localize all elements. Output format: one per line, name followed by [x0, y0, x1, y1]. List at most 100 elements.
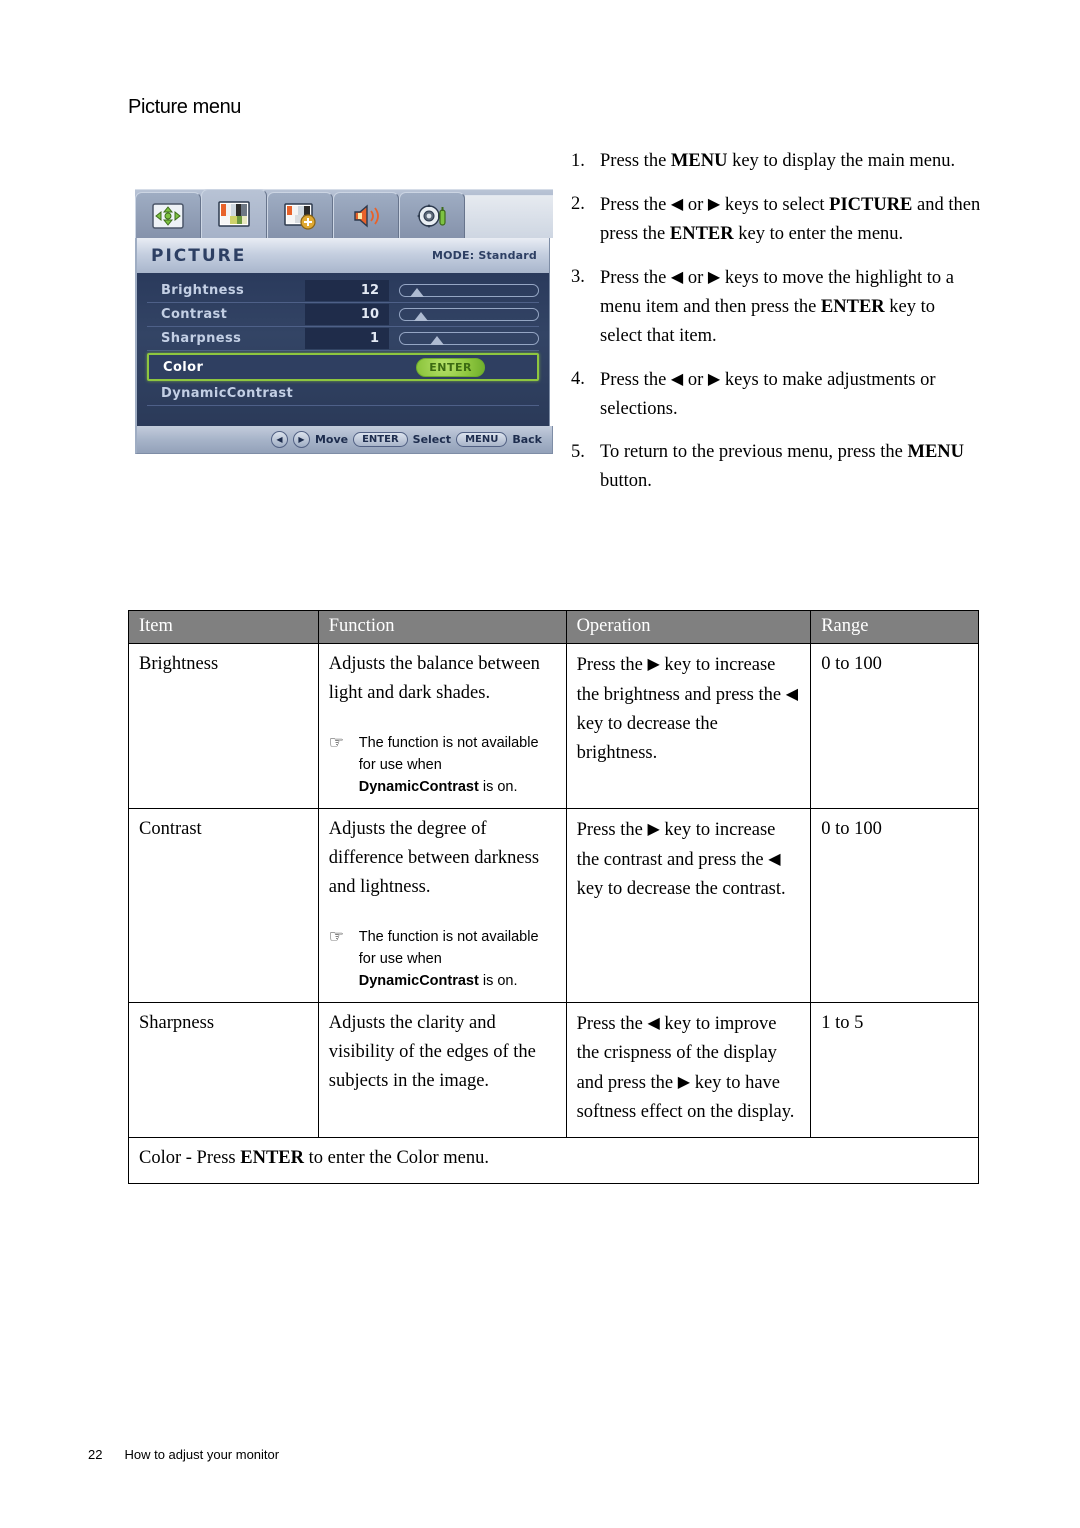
cell-function: Adjusts the degree of difference between… [317, 808, 567, 1003]
text-run: button. [600, 471, 652, 491]
emphasis-text: PICTURE [829, 195, 913, 215]
text-run: Press the [576, 1014, 648, 1034]
page-title: Picture menu [128, 96, 242, 118]
step-text: Press the ◀ or ▶ keys to make adjustment… [600, 365, 981, 424]
function-description: Adjusts the balance between light and da… [328, 654, 540, 703]
instruction-step-4: 4. Press the ◀ or ▶ keys to make adjustme… [571, 365, 981, 424]
color-bars-plus-icon [284, 202, 316, 230]
text-run: Press the [576, 655, 648, 675]
color-bars-icon [218, 201, 250, 227]
instruction-step-3: 3. Press the ◀ or ▶ keys to move the high… [571, 263, 981, 351]
osd-footer-select-label: Select [412, 433, 452, 446]
direction-arrow-icon: ▶ [647, 821, 660, 838]
text-run: or [683, 195, 708, 215]
osd-footer-menu-key[interactable]: MENU [456, 432, 508, 447]
function-description: Adjusts the degree of difference between… [328, 819, 540, 897]
instruction-steps: 1. Press the MENU key to display the main… [571, 147, 981, 510]
instruction-step-2: 2. Press the ◀ or ▶ keys to select PICTUR… [571, 190, 981, 249]
osd-row-contrast[interactable]: Contrast 10 [147, 303, 539, 327]
osd-row-sharpness[interactable]: Sharpness 1 [147, 327, 539, 351]
text-run: key to enter the menu. [733, 224, 904, 244]
cell-range: 0 to 100 [810, 808, 979, 1003]
text-run: keys to select [720, 195, 830, 215]
osd-tab-strip [135, 189, 553, 238]
osd-tab-picture[interactable] [201, 189, 267, 238]
table-header-row: Item Function Operation Range [128, 610, 979, 644]
column-header-item: Item [128, 610, 319, 644]
table-row: Brightness Adjusts the balance between li… [128, 643, 979, 809]
text-run: is on. [478, 973, 518, 989]
cell-item: Brightness [128, 643, 319, 809]
emphasis-text: MENU [907, 442, 965, 462]
osd-row-value: 12 [305, 280, 389, 301]
step-text: Press the ◀ or ▶ keys to move the highli… [600, 263, 981, 351]
cell-operation: Press the ◀ key to improve the crispness… [565, 1002, 812, 1138]
column-header-operation: Operation [565, 610, 812, 644]
column-header-function: Function [317, 610, 567, 644]
osd-tab-system[interactable] [399, 192, 465, 238]
cell-item: Contrast [128, 808, 319, 1003]
availability-note: ☞ The function is not available for use w… [329, 732, 556, 798]
slider-knob[interactable] [410, 288, 424, 297]
osd-row-brightness[interactable]: Brightness 12 [147, 279, 539, 303]
left-arrow-icon[interactable]: ◀ [270, 431, 288, 448]
footer-section-title: How to adjust your monitor [124, 1447, 280, 1462]
direction-arrow-icon: ◀ [670, 196, 684, 213]
column-header-range: Range [810, 610, 979, 644]
osd-row-dynamic-contrast[interactable]: DynamicContrast [147, 382, 539, 406]
cell-range: 1 to 5 [810, 1002, 979, 1138]
move-arrows-icon [152, 202, 184, 229]
slider-knob[interactable] [414, 312, 428, 321]
osd-tab-picture-advanced[interactable] [267, 192, 333, 238]
emphasis-text: DynamicContrast [358, 779, 479, 795]
direction-arrow-icon: ◀ [768, 851, 781, 868]
osd-slider-contrast[interactable] [399, 308, 539, 321]
slider-knob[interactable] [430, 336, 444, 345]
direction-arrow-icon: ▶ [707, 196, 721, 213]
cell-color-note: Color - Press ENTER to enter the Color m… [128, 1137, 979, 1184]
emphasis-text: ENTER [820, 297, 885, 317]
cell-operation: Press the ▶ key to increase the contrast… [565, 808, 812, 1003]
osd-tab-audio[interactable] [333, 192, 399, 238]
direction-arrow-icon: ▶ [677, 1074, 691, 1091]
osd-title: PICTURE [151, 245, 247, 266]
text-run: Color [396, 1148, 439, 1168]
osd-menu-illustration: PICTURE MODE: Standard Brightness 12 Con… [135, 189, 553, 467]
table-row: Contrast Adjusts the degree of difference… [128, 808, 979, 1003]
text-run: is on. [478, 779, 518, 795]
page-number: 22 [88, 1447, 103, 1462]
osd-mode-label: MODE: Standard [431, 249, 537, 262]
direction-arrow-icon: ◀ [785, 686, 798, 703]
step-number: 4. [571, 369, 585, 389]
text-run: key to display the main menu. [727, 151, 956, 171]
osd-slider-brightness[interactable] [399, 284, 539, 297]
text-run: The function is not available for use wh… [358, 735, 539, 773]
osd-row-label: Sharpness [161, 331, 242, 346]
cell-range: 0 to 100 [810, 643, 979, 809]
direction-arrow-icon: ◀ [670, 269, 684, 286]
table-row: Sharpness Adjusts the clarity and visibil… [128, 1002, 979, 1138]
direction-arrow-icon: ▶ [707, 371, 721, 388]
osd-footer-enter-key[interactable]: ENTER [353, 432, 408, 447]
text-run: Color [139, 1148, 182, 1168]
osd-row-color[interactable]: Color ENTER [147, 353, 539, 381]
osd-row-value: 1 [305, 328, 389, 349]
osd-tab-display[interactable] [135, 192, 201, 238]
right-arrow-icon[interactable]: ▶ [292, 431, 310, 448]
direction-arrow-icon: ◀ [670, 371, 684, 388]
step-number: 3. [571, 267, 585, 287]
step-number: 1. [571, 151, 585, 171]
osd-row-value: 10 [305, 304, 389, 325]
text-run: or [683, 370, 708, 390]
osd-enter-button[interactable]: ENTER [416, 357, 485, 377]
osd-tab-strip-filler [465, 195, 553, 238]
text-run: or [683, 268, 708, 288]
osd-slider-sharpness[interactable] [399, 332, 539, 345]
speaker-icon [354, 203, 379, 228]
text-run: Press the [600, 195, 671, 215]
osd-row-label: Brightness [161, 283, 245, 298]
text-run: The function is not available for use wh… [358, 929, 539, 967]
page-footer: 22 How to adjust your monitor [88, 1447, 279, 1462]
osd-footer-move-label: Move [314, 433, 349, 446]
function-description: Adjusts the clarity and visibility of th… [328, 1013, 536, 1091]
